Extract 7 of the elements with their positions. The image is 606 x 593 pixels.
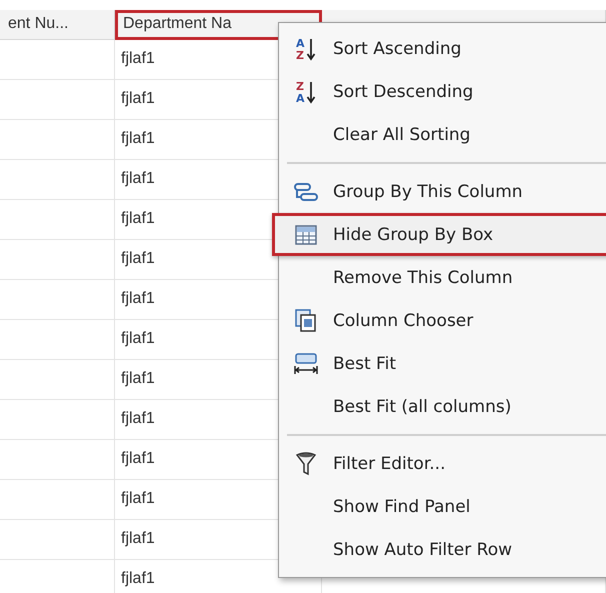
filter-icon [296, 452, 316, 476]
column-chooser-icon [295, 308, 317, 332]
column-header[interactable]: ent Nu... [0, 10, 115, 40]
best-fit-icon [294, 352, 318, 374]
menu-item[interactable]: Hide Group By Box [272, 213, 606, 256]
group-icon [294, 182, 318, 202]
table-icon [295, 224, 317, 244]
